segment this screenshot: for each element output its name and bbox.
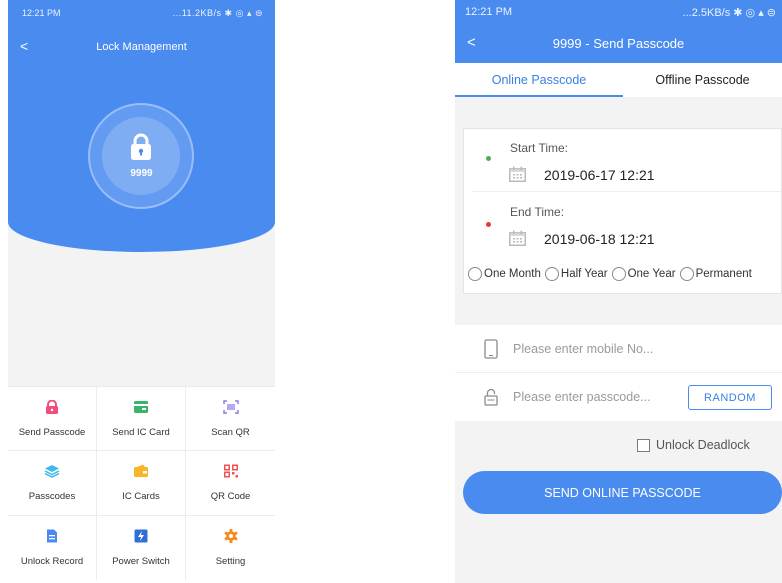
tile-label: Passcodes [28, 491, 76, 502]
setting-tile[interactable]: Setting [186, 515, 275, 580]
tile-label: IC Cards [122, 491, 160, 502]
end-time-label: End Time: [510, 205, 565, 219]
send-online-passcode-button[interactable]: SEND ONLINE PASSCODE [463, 471, 782, 514]
duration-option[interactable]: One Year [611, 267, 676, 281]
lock-icon [131, 133, 151, 160]
lock-name: 9999 [130, 168, 153, 179]
calendar-icon[interactable] [509, 166, 526, 182]
power-switch-icon [134, 529, 148, 543]
radio-button[interactable] [679, 267, 694, 281]
ic-cards-icon [134, 464, 148, 477]
send-ic-card-tile[interactable]: Send IC Card [97, 386, 186, 450]
duration-option[interactable]: Half Year [544, 267, 608, 281]
page-title: Lock Management [96, 41, 187, 53]
ic-cards-tile[interactable]: IC Cards [97, 450, 186, 515]
duration-option[interactable]: Permanent [679, 267, 752, 281]
tab-online-passcode[interactable]: Online Passcode [455, 63, 623, 97]
passcode-row: RANDOM [455, 373, 782, 421]
start-dot [486, 156, 491, 161]
status-indicators: ...11.2KB/s ✱ ◎ ▴ ⊜ [172, 8, 263, 18]
tile-label: Scan QR [211, 426, 250, 438]
phone-icon [484, 339, 498, 359]
active-tab-indicator [455, 95, 623, 97]
option-label: Permanent [695, 268, 752, 280]
deadlock-checkbox[interactable] [637, 438, 650, 452]
tile-label: Setting [215, 556, 246, 567]
feature-grid: Send Passcode Send IC Card Scan QR Passc… [8, 386, 275, 583]
unlock-record-tile[interactable]: Unlock Record [8, 515, 97, 580]
tile-label: QR Code [210, 491, 251, 502]
send-passcode-tile[interactable]: Send Passcode [8, 386, 97, 450]
send-passcode-icon [46, 399, 58, 414]
radio-button[interactable] [468, 267, 482, 281]
duration-option[interactable]: One Month [468, 267, 541, 281]
random-button[interactable]: RANDOM [688, 385, 772, 410]
passcodes-icon [44, 465, 60, 478]
tab-offline-passcode[interactable]: Offline Passcode [623, 63, 782, 97]
status-time: 12:21 PM [465, 6, 513, 18]
unlock-icon [484, 388, 498, 406]
status-indicators: ...2.5KB/s ✱ ◎ ▴ ⊜ [682, 7, 776, 19]
mobile-row [455, 325, 782, 373]
calendar-icon[interactable] [509, 230, 526, 246]
tab-bar: Online Passcode Offline Passcode [455, 63, 782, 97]
end-time-value[interactable]: 2019-06-18 12:21 [544, 231, 655, 247]
option-label: Half Year [560, 268, 608, 280]
page-title: 9999 - Send Passcode [552, 36, 685, 51]
lock-management-screen: 12:21 PM ...11.2KB/s ✱ ◎ ▴ ⊜ < Lock Mana… [8, 0, 275, 583]
passcode-input[interactable] [513, 387, 683, 407]
unlock-record-icon [47, 529, 57, 543]
radio-button[interactable] [544, 267, 559, 281]
status-time: 12:21 PM [22, 8, 61, 18]
passcodes-tile[interactable]: Passcodes [8, 450, 97, 515]
start-time-label: Start Time: [510, 141, 569, 155]
ic-card-icon [134, 400, 148, 413]
scan-qr-tile[interactable]: Scan QR [186, 386, 275, 450]
gear-icon [223, 529, 238, 543]
send-passcode-screen: 12:21 PM ...2.5KB/s ✱ ◎ ▴ ⊜ < 9999 - Sen… [455, 0, 782, 583]
tile-label: Unlock Record [20, 556, 84, 567]
radio-button[interactable] [611, 267, 626, 281]
scan-qr-icon [222, 399, 239, 414]
validity-card: Start Time: 2019-06-17 12:21 End Time: 2… [463, 128, 782, 294]
mobile-input[interactable] [513, 339, 683, 359]
duration-options: One Month Half Year One Year Permanent [468, 264, 782, 284]
start-time-value[interactable]: 2019-06-17 12:21 [544, 167, 655, 183]
option-label: One Year [627, 268, 676, 280]
power-switch-tile[interactable]: Power Switch [97, 515, 186, 580]
divider [472, 191, 781, 192]
deadlock-label: Unlock Deadlock [656, 438, 750, 452]
qr-code-tile[interactable]: QR Code [186, 450, 275, 515]
qr-code-icon [223, 464, 238, 478]
option-label: One Month [484, 268, 541, 280]
unlock-deadlock-option[interactable]: Unlock Deadlock [637, 438, 750, 452]
tile-label: Send IC Card [112, 426, 170, 438]
tile-label: Power Switch [112, 556, 170, 567]
tile-label: Send Passcode [18, 426, 86, 438]
end-dot [486, 222, 491, 227]
